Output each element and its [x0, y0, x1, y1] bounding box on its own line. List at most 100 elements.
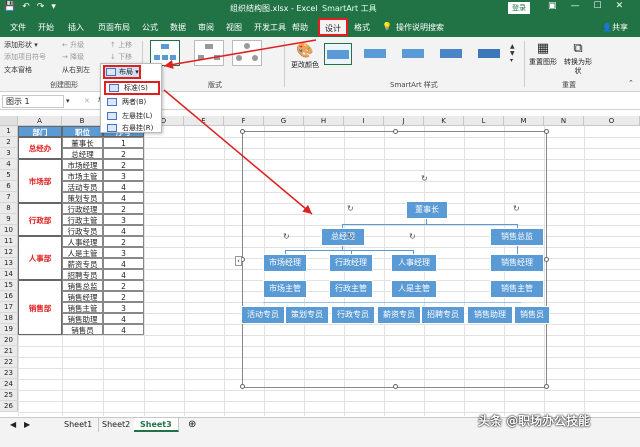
row-header-13[interactable]: 13 — [0, 258, 18, 269]
table-cell-department[interactable]: 人事部 — [18, 236, 62, 280]
convert-to-shapes-button[interactable]: ⧉ 转换为形状 — [562, 40, 594, 76]
change-colors-button[interactable]: 🎨 更改颜色 — [290, 41, 320, 70]
org-node-sales-assistant[interactable]: 销售助理 — [467, 306, 513, 324]
rotate-handle-icon[interactable]: ↻ — [347, 232, 354, 241]
org-node-marketing-manager[interactable]: 市场经理 — [263, 254, 307, 272]
resize-handle[interactable] — [544, 257, 549, 262]
org-node-hr-supervisor[interactable]: 人是主管 — [391, 280, 437, 298]
collapse-ribbon-icon[interactable]: ⌃ — [628, 79, 634, 87]
column-header-e[interactable]: E — [184, 116, 224, 126]
row-header-21[interactable]: 21 — [0, 346, 18, 357]
rotate-handle-icon[interactable]: ↻ — [409, 232, 416, 241]
style-thumb-5[interactable] — [476, 43, 504, 65]
redo-icon[interactable]: ↷ — [37, 2, 45, 12]
login-button[interactable]: 登录 — [508, 2, 530, 14]
name-box[interactable]: 图示 1 — [2, 95, 64, 108]
tab-home[interactable]: 开始 — [38, 22, 54, 33]
table-cell-department[interactable]: 总经办 — [18, 137, 62, 159]
style-thumb-2[interactable] — [362, 43, 390, 65]
row-header-7[interactable]: 7 — [0, 192, 18, 203]
restore-button[interactable]: ☐ — [594, 1, 602, 11]
name-box-dropdown-icon[interactable]: ▾ — [66, 97, 70, 105]
table-cell-level[interactable]: 4 — [103, 324, 144, 335]
add-bullet-button[interactable]: 添加项目符号 — [4, 52, 46, 62]
style-thumb-4[interactable] — [438, 43, 466, 65]
table-cell-position[interactable]: 策划专员 — [62, 192, 103, 203]
sheet-tab-1[interactable]: Sheet1 — [58, 418, 100, 432]
table-cell-position[interactable]: 销售主管 — [62, 302, 103, 313]
table-cell-department[interactable]: 销售部 — [18, 280, 62, 335]
layout-thumb-tree[interactable] — [232, 40, 262, 66]
table-cell-level[interactable]: 3 — [103, 214, 144, 225]
row-header-23[interactable]: 23 — [0, 368, 18, 379]
org-node-chairman[interactable]: 董事长 — [406, 201, 448, 219]
tab-formulas[interactable]: 公式 — [142, 22, 158, 33]
reset-graphic-button[interactable]: ▦ 重置图形 — [528, 40, 558, 67]
rotate-handle-icon[interactable]: ↻ — [347, 204, 354, 213]
tab-file[interactable]: 文件 — [10, 22, 26, 33]
table-cell-level[interactable]: 2 — [103, 236, 144, 247]
resize-handle[interactable] — [393, 384, 398, 389]
style-thumb-1[interactable] — [324, 43, 352, 65]
row-header-9[interactable]: 9 — [0, 214, 18, 225]
row-header-8[interactable]: 8 — [0, 203, 18, 214]
ribbon-display-icon[interactable]: ▣ — [548, 1, 557, 11]
org-node-payroll-specialist[interactable]: 薪资专员 — [377, 306, 421, 324]
row-header-2[interactable]: 2 — [0, 137, 18, 148]
layout-thumb-hierarchy[interactable] — [194, 40, 224, 66]
org-node-salesperson[interactable]: 销售员 — [514, 306, 550, 324]
select-all-corner[interactable] — [0, 116, 18, 126]
table-cell-level[interactable]: 4 — [103, 269, 144, 280]
tab-developer[interactable]: 开发工具 — [254, 22, 286, 33]
row-header-26[interactable]: 26 — [0, 401, 18, 412]
rotate-handle-icon[interactable]: ↻ — [421, 174, 428, 183]
text-pane-button[interactable]: 文本窗格 — [4, 65, 32, 75]
table-cell-position[interactable]: 行政专员 — [62, 225, 103, 236]
table-cell-position[interactable]: 总经理 — [62, 148, 103, 159]
table-cell-level[interactable]: 3 — [103, 170, 144, 181]
column-header-a[interactable]: A — [18, 116, 62, 126]
table-cell-position[interactable]: 市场主管 — [62, 170, 103, 181]
org-node-admin-supervisor[interactable]: 行政主管 — [329, 280, 373, 298]
table-header[interactable]: 部门 — [18, 126, 62, 137]
move-up-button[interactable]: ↑ 上移 — [110, 40, 132, 50]
row-header-12[interactable]: 12 — [0, 247, 18, 258]
table-cell-position[interactable]: 销售总监 — [62, 280, 103, 291]
column-header-k[interactable]: K — [424, 116, 464, 126]
row-header-18[interactable]: 18 — [0, 313, 18, 324]
save-icon[interactable]: 💾 — [4, 2, 15, 12]
right-to-left-button[interactable]: 从右到左 — [62, 65, 90, 75]
table-cell-level[interactable]: 1 — [103, 137, 144, 148]
minimize-button[interactable]: — — [571, 1, 580, 11]
tab-data[interactable]: 数据 — [170, 22, 186, 33]
table-cell-level[interactable]: 4 — [103, 225, 144, 236]
table-cell-position[interactable]: 招聘专员 — [62, 269, 103, 280]
table-cell-position[interactable]: 人事经理 — [62, 236, 103, 247]
table-cell-position[interactable]: 市场经理 — [62, 159, 103, 170]
org-node-hr-manager[interactable]: 人事经理 — [391, 254, 437, 272]
add-sheet-button[interactable]: ⊕ — [182, 418, 202, 432]
menu-item-both[interactable]: 两者(B) — [104, 95, 160, 109]
tab-view[interactable]: 视图 — [226, 22, 242, 33]
move-down-button[interactable]: ↓ 下移 — [110, 52, 132, 62]
table-cell-position[interactable]: 销售经理 — [62, 291, 103, 302]
demote-button[interactable]: → 降级 — [62, 52, 84, 62]
org-node-admin-specialist[interactable]: 行政专员 — [331, 306, 375, 324]
row-header-1[interactable]: 1 — [0, 126, 18, 137]
table-cell-position[interactable]: 行政主管 — [62, 214, 103, 225]
table-cell-level[interactable]: 4 — [103, 258, 144, 269]
menu-item-right-hanging[interactable]: 右悬挂(R) — [104, 121, 160, 135]
row-header-24[interactable]: 24 — [0, 379, 18, 390]
table-cell-level[interactable]: 2 — [103, 203, 144, 214]
rotate-handle-icon[interactable]: ↻ — [513, 204, 520, 213]
column-header-l[interactable]: L — [464, 116, 504, 126]
org-node-recruiting-specialist[interactable]: 招聘专员 — [421, 306, 465, 324]
row-header-4[interactable]: 4 — [0, 159, 18, 170]
add-shape-button[interactable]: 添加形状 ▾ — [4, 40, 38, 50]
table-cell-position[interactable]: 人是主管 — [62, 247, 103, 258]
row-header-10[interactable]: 10 — [0, 225, 18, 236]
table-cell-position[interactable]: 销售员 — [62, 324, 103, 335]
org-node-planning-specialist[interactable]: 策划专员 — [285, 306, 329, 324]
table-cell-level[interactable]: 2 — [103, 291, 144, 302]
column-header-f[interactable]: F — [224, 116, 264, 126]
